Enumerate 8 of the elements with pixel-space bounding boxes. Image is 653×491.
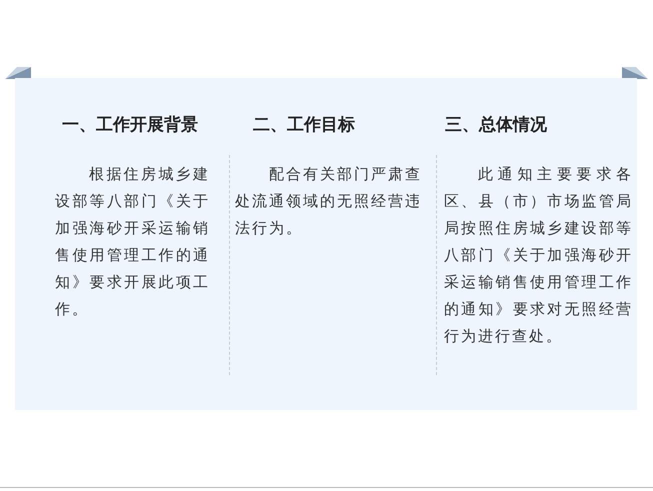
section-paragraph: 配合有关部门严肃查处流通领域的无照经营违法行为。: [235, 164, 422, 239]
section-paragraph: 此通知主要要求各区、县（市）市场监管局局按照住房城乡建设部等八部门《关于加强海砂开采运输销售使用管理工作的通知》要求对无照经营行为进行查处。: [444, 164, 633, 347]
section-heading: 三、总体情况: [445, 114, 547, 136]
corner-fold-icon: [5, 67, 31, 79]
section-heading: 二、工作目标: [253, 114, 355, 136]
corner-fold-icon: [622, 67, 648, 79]
section-heading: 一、工作开展背景: [62, 114, 198, 136]
section-paragraph: 根据住房城乡建设部等八部门《关于加强海砂开采运输销售使用管理工作的通知》要求开展此项工作。: [55, 164, 210, 320]
